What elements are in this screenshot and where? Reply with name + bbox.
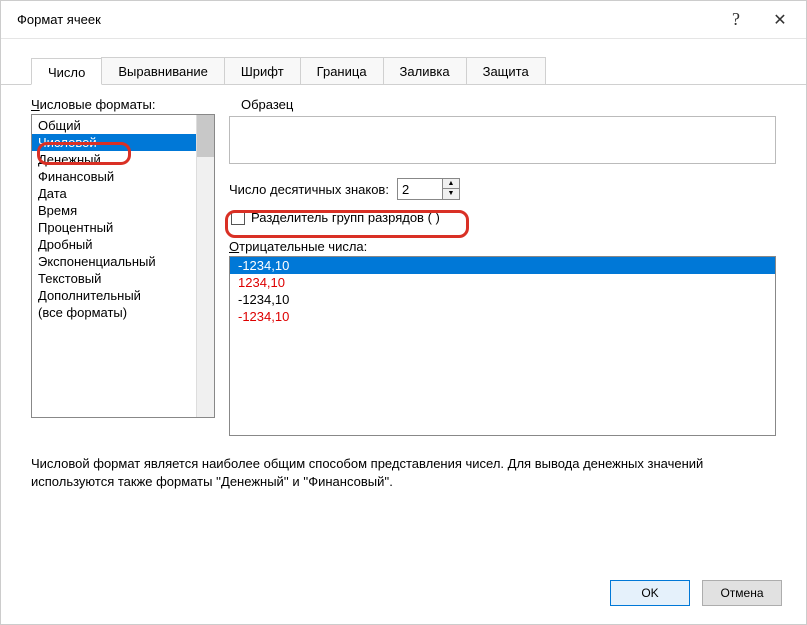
format-list[interactable]: Общий Числовой Денежный Финансовый Дата … bbox=[31, 114, 215, 418]
formats-column: Числовые форматы: Общий Числовой Денежны… bbox=[31, 97, 215, 436]
titlebar: Формат ячеек ? ✕ bbox=[1, 1, 806, 39]
scrollbar-thumb[interactable] bbox=[197, 115, 214, 157]
decimal-places-spinner[interactable]: ▲ ▼ bbox=[397, 178, 460, 200]
scrollbar[interactable] bbox=[196, 115, 214, 417]
tab-number[interactable]: Число bbox=[31, 58, 102, 85]
format-item-time[interactable]: Время bbox=[32, 202, 214, 219]
close-button[interactable]: ✕ bbox=[758, 5, 802, 35]
sample-label: Образец bbox=[241, 97, 776, 112]
format-item-accounting[interactable]: Финансовый bbox=[32, 168, 214, 185]
help-button[interactable]: ? bbox=[714, 5, 758, 35]
format-cells-dialog: Формат ячеек ? ✕ Число Выравнивание Шриф… bbox=[0, 0, 807, 625]
options-column: Образец Число десятичных знаков: ▲ ▼ Раз… bbox=[229, 97, 776, 436]
spinner-up-icon[interactable]: ▲ bbox=[443, 179, 459, 189]
format-item-text[interactable]: Текстовый bbox=[32, 270, 214, 287]
format-item-date[interactable]: Дата bbox=[32, 185, 214, 202]
sample-box bbox=[229, 116, 776, 164]
ok-button[interactable]: OK bbox=[610, 580, 690, 606]
tab-protection[interactable]: Защита bbox=[466, 57, 546, 84]
cancel-button[interactable]: Отмена bbox=[702, 580, 782, 606]
format-item-special[interactable]: Дополнительный bbox=[32, 287, 214, 304]
decimal-places-input[interactable] bbox=[398, 179, 442, 199]
tab-border[interactable]: Граница bbox=[300, 57, 384, 84]
format-description: Числовой формат является наиболее общим … bbox=[31, 455, 776, 491]
dialog-title: Формат ячеек bbox=[17, 12, 714, 27]
negative-item[interactable]: 1234,10 bbox=[230, 274, 775, 291]
format-item-percentage[interactable]: Процентный bbox=[32, 219, 214, 236]
negative-numbers-list[interactable]: -1234,10 1234,10 -1234,10 -1234,10 bbox=[229, 256, 776, 436]
negative-numbers-label: Отрицательные числа: bbox=[229, 239, 776, 254]
negative-item[interactable]: -1234,10 bbox=[230, 257, 775, 274]
tab-alignment[interactable]: Выравнивание bbox=[101, 57, 224, 84]
format-item-general[interactable]: Общий bbox=[32, 117, 214, 134]
tab-fill[interactable]: Заливка bbox=[383, 57, 467, 84]
spinner-down-icon[interactable]: ▼ bbox=[443, 189, 459, 199]
dialog-buttons: OK Отмена bbox=[610, 580, 782, 606]
format-item-scientific[interactable]: Экспоненциальный bbox=[32, 253, 214, 270]
format-item-fraction[interactable]: Дробный bbox=[32, 236, 214, 253]
decimal-places-row: Число десятичных знаков: ▲ ▼ bbox=[229, 178, 776, 200]
format-item-number[interactable]: Числовой bbox=[32, 134, 214, 151]
separator-label: Разделитель групп разрядов ( ) bbox=[251, 210, 440, 225]
format-item-currency[interactable]: Денежный bbox=[32, 151, 214, 168]
thousands-separator-checkbox[interactable] bbox=[231, 211, 245, 225]
dialog-content: Числовые форматы: Общий Числовой Денежны… bbox=[1, 85, 806, 436]
tab-strip: Число Выравнивание Шрифт Граница Заливка… bbox=[1, 39, 806, 85]
format-item-custom[interactable]: (все форматы) bbox=[32, 304, 214, 321]
tab-font[interactable]: Шрифт bbox=[224, 57, 301, 84]
separator-row: Разделитель групп разрядов ( ) bbox=[231, 210, 776, 225]
negative-item[interactable]: -1234,10 bbox=[230, 308, 775, 325]
decimal-places-label: Число десятичных знаков: bbox=[229, 182, 389, 197]
formats-label: Числовые форматы: bbox=[31, 97, 215, 112]
negative-item[interactable]: -1234,10 bbox=[230, 291, 775, 308]
